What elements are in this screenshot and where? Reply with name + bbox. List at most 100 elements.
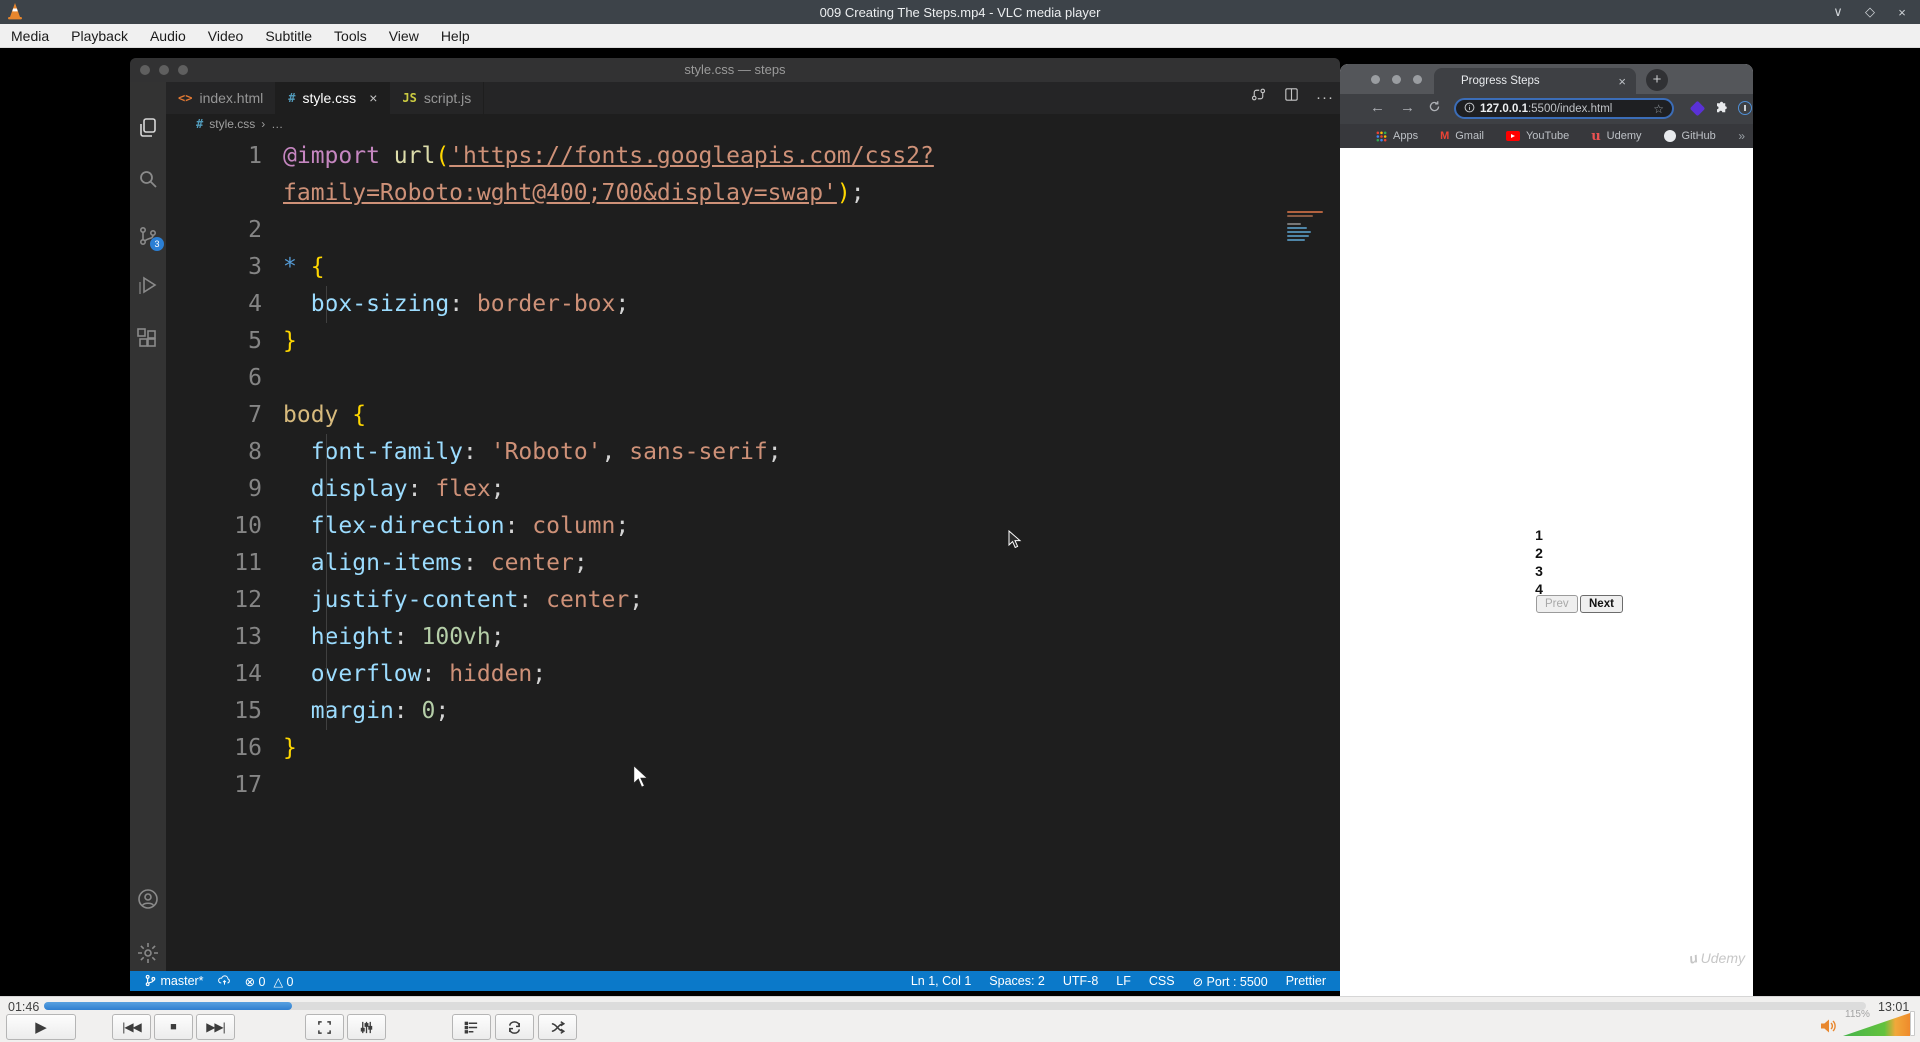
extended-settings-button[interactable] xyxy=(347,1014,386,1040)
settings-gear-icon[interactable] xyxy=(136,941,160,965)
more-actions-icon[interactable]: ··· xyxy=(1316,89,1334,106)
status-item[interactable]: CSS xyxy=(1149,974,1175,988)
fullscreen-button[interactable] xyxy=(305,1014,344,1040)
previous-button[interactable]: |◀◀ xyxy=(112,1014,151,1040)
line-number: 16 xyxy=(166,730,262,767)
menu-tools[interactable]: Tools xyxy=(323,28,378,44)
site-info-icon[interactable] xyxy=(1464,102,1475,116)
browser-tab[interactable]: Progress Steps × xyxy=(1434,68,1636,94)
browser-menu-icon[interactable] xyxy=(1738,101,1752,115)
git-branch-status[interactable]: master* xyxy=(144,974,204,988)
bookmark-gmail[interactable]: M Gmail xyxy=(1440,130,1484,142)
menu-view[interactable]: View xyxy=(378,28,430,44)
run-debug-icon[interactable] xyxy=(136,274,160,298)
volume-slider-handle[interactable] xyxy=(1910,1011,1915,1036)
status-item[interactable]: Prettier xyxy=(1286,974,1326,988)
search-icon[interactable] xyxy=(136,167,160,191)
code-line: 11 align-items: center; xyxy=(166,545,1340,582)
errors-status[interactable]: ⊗ 0 xyxy=(245,974,266,989)
minimap[interactable] xyxy=(1287,211,1325,247)
play-button[interactable]: ▶ xyxy=(6,1014,76,1040)
minimize-button[interactable]: ∨ xyxy=(1830,4,1846,20)
status-item[interactable]: UTF-8 xyxy=(1063,974,1098,988)
apps-grid-icon xyxy=(1376,131,1387,142)
loop-button[interactable] xyxy=(495,1014,534,1040)
bookmark-udemy[interactable]: u Udemy xyxy=(1591,129,1641,144)
bookmark-github[interactable]: GitHub xyxy=(1664,130,1716,142)
forward-icon[interactable]: → xyxy=(1400,99,1415,116)
close-button[interactable]: × xyxy=(1894,5,1910,20)
menu-playback[interactable]: Playback xyxy=(60,28,139,44)
split-editor-icon[interactable] xyxy=(1283,86,1300,108)
menu-help[interactable]: Help xyxy=(430,28,481,44)
new-tab-button[interactable]: + xyxy=(1646,69,1668,91)
code-line: 13 height: 100vh; xyxy=(166,619,1340,656)
menu-video[interactable]: Video xyxy=(197,28,255,44)
activity-bar: 3 xyxy=(130,82,166,971)
publish-changes-icon[interactable] xyxy=(218,974,231,988)
address-bar[interactable]: 127.0.0.1:5500/index.html ☆ xyxy=(1454,98,1674,119)
code-line: 3* { xyxy=(166,249,1340,286)
traffic-light-close-icon[interactable] xyxy=(1371,75,1380,84)
open-changes-icon[interactable] xyxy=(1250,86,1267,108)
account-icon[interactable] xyxy=(136,887,160,911)
bookmarks-bar: Apps M Gmail YouTube u Udemy GitHub xyxy=(1340,124,1753,148)
menu-media[interactable]: Media xyxy=(0,28,60,44)
tab-style-css[interactable]: # style.css × xyxy=(276,82,390,114)
menu-subtitle[interactable]: Subtitle xyxy=(254,28,323,44)
status-item[interactable]: Ln 1, Col 1 xyxy=(911,974,971,988)
html-file-icon: <> xyxy=(178,91,192,105)
next-button[interactable]: Next xyxy=(1580,595,1623,613)
vlc-titlebar: 009 Creating The Steps.mp4 - VLC media p… xyxy=(0,0,1920,24)
extensions-icon[interactable] xyxy=(136,327,160,351)
tab-index-html[interactable]: <> index.html xyxy=(166,82,276,114)
chevron-right-icon: › xyxy=(261,117,265,131)
youtube-icon xyxy=(1506,131,1520,141)
playlist-button[interactable] xyxy=(452,1014,491,1040)
status-item[interactable]: LF xyxy=(1116,974,1131,988)
code-line: 15 margin: 0; xyxy=(166,693,1340,730)
maximize-button[interactable]: ◇ xyxy=(1862,4,1878,20)
line-number: 3 xyxy=(166,249,262,286)
status-item[interactable]: Spaces: 2 xyxy=(989,974,1045,988)
code-editor[interactable]: 1@import url('https://fonts.googleapis.c… xyxy=(166,138,1340,971)
extension-icon[interactable] xyxy=(1690,101,1706,117)
shuffle-button[interactable] xyxy=(538,1014,577,1040)
bookmark-star-icon[interactable]: ☆ xyxy=(1653,102,1664,116)
seek-bar[interactable] xyxy=(44,1002,1866,1010)
breadcrumb-file: style.css xyxy=(209,117,255,131)
warnings-status[interactable]: △ 0 xyxy=(273,974,293,989)
stop-button[interactable]: ■ xyxy=(154,1014,193,1040)
bookmarks-overflow-icon[interactable]: » xyxy=(1738,129,1745,143)
explorer-icon[interactable] xyxy=(136,116,160,140)
browser-tab-title: Progress Steps xyxy=(1461,75,1540,87)
editor-tab-bar: <> index.html # style.css × JS script.js xyxy=(166,82,1340,114)
code-line: 1@import url('https://fonts.googleapis.c… xyxy=(166,138,1340,175)
css-file-icon: # xyxy=(288,91,295,105)
traffic-light-zoom-icon[interactable] xyxy=(1413,75,1422,84)
status-item[interactable]: ⊘ Port : 5500 xyxy=(1193,974,1268,989)
tab-close-icon[interactable]: × xyxy=(1618,74,1626,89)
css-file-icon: # xyxy=(196,117,203,131)
line-number: 17 xyxy=(166,767,262,804)
prev-button[interactable]: Prev xyxy=(1536,595,1578,613)
reload-icon[interactable] xyxy=(1428,100,1441,117)
breadcrumb[interactable]: # style.css › … xyxy=(166,114,1340,134)
line-number: 4 xyxy=(166,286,262,323)
back-icon[interactable]: ← xyxy=(1370,99,1385,116)
bookmark-apps[interactable]: Apps xyxy=(1376,130,1418,142)
next-button[interactable]: ▶▶| xyxy=(196,1014,235,1040)
tab-script-js[interactable]: JS script.js xyxy=(390,82,484,114)
extensions-puzzle-icon[interactable] xyxy=(1714,101,1729,121)
line-number: 9 xyxy=(166,471,262,508)
window-title: 009 Creating The Steps.mp4 - VLC media p… xyxy=(0,5,1920,20)
web-page[interactable]: 1234 Prev Next uUdemy xyxy=(1340,148,1753,996)
volume-speaker-icon[interactable] xyxy=(1820,1018,1838,1034)
menu-audio[interactable]: Audio xyxy=(139,28,197,44)
code-line: family=Roboto:wght@400;700&display=swap'… xyxy=(166,175,1340,212)
video-surface[interactable]: style.css — steps 3 xyxy=(0,48,1920,996)
tab-close-icon[interactable]: × xyxy=(369,90,377,106)
bookmark-youtube[interactable]: YouTube xyxy=(1506,130,1569,142)
source-control-icon[interactable]: 3 xyxy=(136,224,160,248)
traffic-light-minimize-icon[interactable] xyxy=(1392,75,1401,84)
